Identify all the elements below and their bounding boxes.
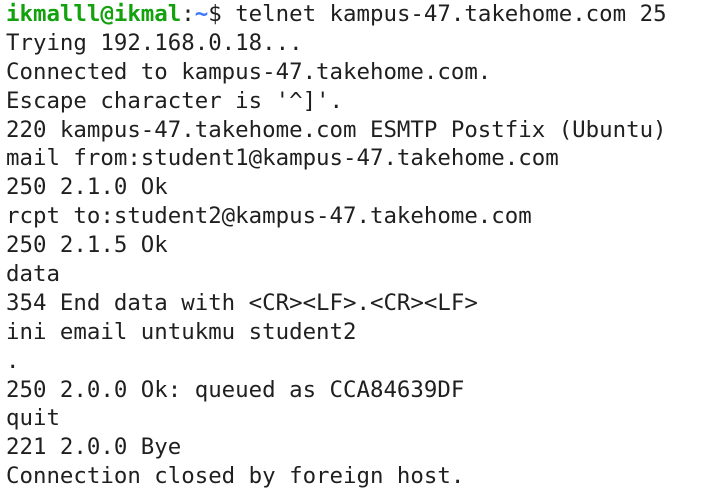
command-text: telnet kampus-47.takehome.com 25 bbox=[235, 1, 667, 27]
output-line: Escape character is '^]'. bbox=[6, 87, 344, 114]
output-line: Connection closed by foreign host. bbox=[6, 463, 465, 490]
output-line: ini email untukmu student2 bbox=[6, 318, 357, 345]
output-line: 354 End data with <CR><LF>.<CR><LF> bbox=[6, 289, 478, 316]
output-line: mail from:student1@kampus-47.takehome.co… bbox=[6, 145, 559, 172]
output-line: Trying 192.168.0.18... bbox=[6, 29, 303, 56]
output-line: quit bbox=[6, 405, 60, 432]
prompt-line: ikmalll@ikmal:~$ telnet kampus-47.takeho… bbox=[6, 0, 711, 29]
output-line: . bbox=[6, 347, 20, 374]
prompt-separator: : bbox=[181, 1, 195, 27]
prompt-symbol: $ bbox=[208, 1, 236, 27]
output-line: Connected to kampus-47.takehome.com. bbox=[6, 58, 492, 85]
output-line: 220 kampus-47.takehome.com ESMTP Postfix… bbox=[6, 116, 667, 143]
output-line: 250 2.0.0 Ok: queued as CCA84639DF bbox=[6, 376, 465, 403]
prompt-user-host: ikmalll@ikmal bbox=[6, 1, 182, 27]
output-line: 250 2.1.5 Ok bbox=[6, 232, 168, 259]
terminal-window[interactable]: ikmalll@ikmal:~$ telnet kampus-47.takeho… bbox=[0, 0, 711, 489]
output-line: 221 2.0.0 Bye bbox=[6, 434, 182, 461]
output-line: rcpt to:student2@kampus-47.takehome.com bbox=[6, 203, 532, 230]
output-line: 250 2.1.0 Ok bbox=[6, 174, 168, 201]
prompt-path: ~ bbox=[194, 1, 209, 27]
output-line: data bbox=[6, 261, 60, 288]
